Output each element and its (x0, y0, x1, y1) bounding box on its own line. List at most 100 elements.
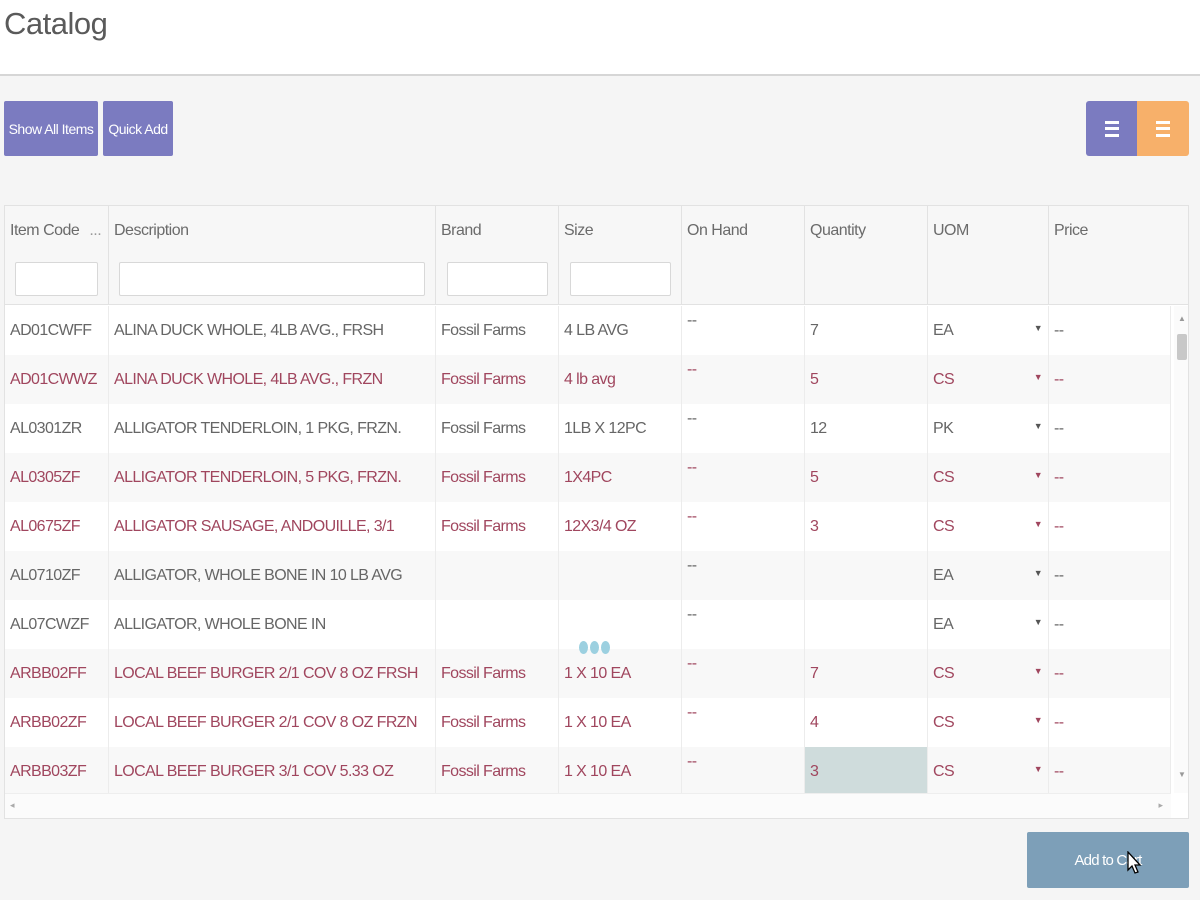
column-header-on-hand[interactable]: On Hand (682, 206, 805, 305)
table-row[interactable]: AL0305ZF ALLIGATOR TENDERLOIN, 5 PKG, FRZ… (5, 453, 1171, 502)
scroll-right-icon[interactable]: ▸ (1158, 800, 1163, 811)
cell-size: 1 X 10 EA (559, 698, 682, 747)
catalog-grid: Item Code... Description Brand Size On H… (4, 205, 1189, 819)
column-header-brand[interactable]: Brand (436, 206, 559, 305)
cell-uom[interactable]: CS ▼ (928, 502, 1049, 551)
cell-uom[interactable]: EA ▼ (928, 600, 1049, 649)
dropdown-arrow-icon[interactable]: ▼ (1034, 355, 1043, 402)
cell-on-hand: -- (682, 551, 805, 600)
cell-quantity[interactable] (805, 551, 928, 600)
scroll-up-icon[interactable]: ▲ (1178, 314, 1186, 323)
cell-brand-text: Fossil Farms (441, 322, 526, 339)
column-menu-icon[interactable]: ... (89, 222, 101, 239)
cell-price-text: -- (1054, 567, 1064, 584)
cell-uom[interactable]: PK ▼ (928, 404, 1049, 453)
column-header-quantity[interactable]: Quantity (805, 206, 928, 305)
dropdown-arrow-icon[interactable]: ▼ (1034, 306, 1043, 353)
dropdown-arrow-icon[interactable]: ▼ (1034, 698, 1043, 745)
cell-on-hand: -- (682, 502, 805, 551)
table-row[interactable]: ARBB02FF LOCAL BEEF BURGER 2/1 COV 8 OZ F… (5, 649, 1171, 698)
cell-uom[interactable]: EA ▼ (928, 306, 1049, 355)
cell-description: ALINA DUCK WHOLE, 4LB AVG., FRSH (109, 306, 436, 355)
cell-quantity[interactable]: 4 (805, 698, 928, 747)
cell-uom[interactable]: CS ▼ (928, 747, 1049, 793)
scroll-thumb[interactable] (1177, 334, 1187, 360)
cell-uom[interactable]: CS ▼ (928, 453, 1049, 502)
cell-description-text: ALLIGATOR, WHOLE BONE IN (114, 616, 326, 633)
page-header: Catalog (0, 0, 1200, 76)
cell-quantity-text: 4 (810, 714, 819, 731)
cell-size-text: 1 X 10 EA (564, 763, 631, 780)
cell-quantity[interactable]: 7 (805, 306, 928, 355)
dropdown-arrow-icon[interactable]: ▼ (1034, 502, 1043, 549)
dropdown-arrow-icon[interactable]: ▼ (1034, 747, 1043, 793)
dropdown-arrow-icon[interactable]: ▼ (1034, 404, 1043, 451)
filter-size[interactable] (570, 262, 671, 296)
cell-quantity[interactable]: 3 (805, 747, 928, 793)
table-row[interactable]: AL0710ZF ALLIGATOR, WHOLE BONE IN 10 LB A… (5, 551, 1171, 600)
cell-description: LOCAL BEEF BURGER 2/1 COV 8 OZ FRSH (109, 649, 436, 698)
grid-view-button[interactable] (1137, 101, 1189, 156)
scroll-left-icon[interactable]: ◂ (10, 800, 15, 811)
table-row[interactable]: AD01CWWZ ALINA DUCK WHOLE, 4LB AVG., FRZN… (5, 355, 1171, 404)
cell-price: -- (1049, 355, 1171, 404)
column-header-size[interactable]: Size (559, 206, 682, 305)
cell-quantity[interactable]: 5 (805, 453, 928, 502)
cell-uom[interactable]: CS ▼ (928, 649, 1049, 698)
cell-brand: Fossil Farms (436, 649, 559, 698)
cell-size-text: 12X3/4 OZ (564, 518, 637, 535)
table-row[interactable]: AL0675ZF ALLIGATOR SAUSAGE, ANDOUILLE, 3/… (5, 502, 1171, 551)
cell-quantity[interactable] (805, 600, 928, 649)
cell-uom[interactable]: CS ▼ (928, 355, 1049, 404)
list-view-button[interactable] (1086, 101, 1137, 156)
cell-price: -- (1049, 306, 1171, 355)
cell-item-code-text: AL0675ZF (10, 518, 81, 535)
dropdown-arrow-icon[interactable]: ▼ (1034, 551, 1043, 598)
cell-description-text: ALLIGATOR, WHOLE BONE IN 10 LB AVG (114, 567, 403, 584)
horizontal-scrollbar[interactable]: ◂ ▸ (5, 793, 1171, 818)
cell-size-text: 1 X 10 EA (564, 665, 631, 682)
dropdown-arrow-icon[interactable]: ▼ (1034, 453, 1043, 500)
dropdown-arrow-icon[interactable]: ▼ (1034, 600, 1043, 647)
scroll-down-icon[interactable]: ▼ (1178, 770, 1186, 779)
add-to-cart-button[interactable]: Add to Cart (1027, 832, 1189, 888)
cell-quantity[interactable]: 7 (805, 649, 928, 698)
mouse-cursor-icon (1127, 851, 1142, 874)
cell-quantity[interactable]: 12 (805, 404, 928, 453)
column-header-description[interactable]: Description (109, 206, 436, 305)
cell-price: -- (1049, 698, 1171, 747)
cell-on-hand: -- (682, 404, 805, 453)
table-row[interactable]: ARBB03ZF LOCAL BEEF BURGER 3/1 COV 5.33 O… (5, 747, 1171, 793)
cell-item-code: AL0675ZF (5, 502, 109, 551)
dropdown-arrow-icon[interactable]: ▼ (1034, 649, 1043, 696)
show-all-items-button[interactable]: Show All Items (4, 101, 98, 156)
cell-uom-text: CS (933, 714, 955, 731)
cell-size: 1X4PC (559, 453, 682, 502)
column-header-item-code[interactable]: Item Code... (5, 206, 109, 305)
cell-size-text: 1 X 10 EA (564, 714, 631, 731)
cell-uom[interactable]: CS ▼ (928, 698, 1049, 747)
loading-indicator-icon (579, 641, 610, 654)
cell-price-text: -- (1054, 420, 1064, 437)
cell-on-hand-text: -- (687, 557, 697, 574)
cell-item-code-text: ARBB02FF (10, 665, 87, 682)
filter-item-code[interactable] (15, 262, 98, 296)
cell-quantity[interactable]: 3 (805, 502, 928, 551)
quick-add-button[interactable]: Quick Add (103, 101, 173, 156)
table-row[interactable]: AD01CWFF ALINA DUCK WHOLE, 4LB AVG., FRSH… (5, 306, 1171, 355)
cell-uom[interactable]: EA ▼ (928, 551, 1049, 600)
table-row[interactable]: ARBB02ZF LOCAL BEEF BURGER 2/1 COV 8 OZ F… (5, 698, 1171, 747)
cell-description-text: ALINA DUCK WHOLE, 4LB AVG., FRZN (114, 371, 383, 388)
filter-brand[interactable] (447, 262, 548, 296)
cell-brand-text: Fossil Farms (441, 714, 526, 731)
cell-description: ALLIGATOR, WHOLE BONE IN 10 LB AVG (109, 551, 436, 600)
cell-quantity[interactable]: 5 (805, 355, 928, 404)
cell-uom-text: EA (933, 567, 954, 584)
column-header-price[interactable]: Price (1049, 206, 1188, 305)
vertical-scrollbar[interactable]: ▲ ▼ (1174, 306, 1188, 793)
filter-description[interactable] (119, 262, 425, 296)
table-row[interactable]: AL0301ZR ALLIGATOR TENDERLOIN, 1 PKG, FRZ… (5, 404, 1171, 453)
cell-description-text: LOCAL BEEF BURGER 2/1 COV 8 OZ FRSH (114, 665, 418, 682)
column-header-uom[interactable]: UOM (928, 206, 1049, 305)
cell-brand: Fossil Farms (436, 306, 559, 355)
